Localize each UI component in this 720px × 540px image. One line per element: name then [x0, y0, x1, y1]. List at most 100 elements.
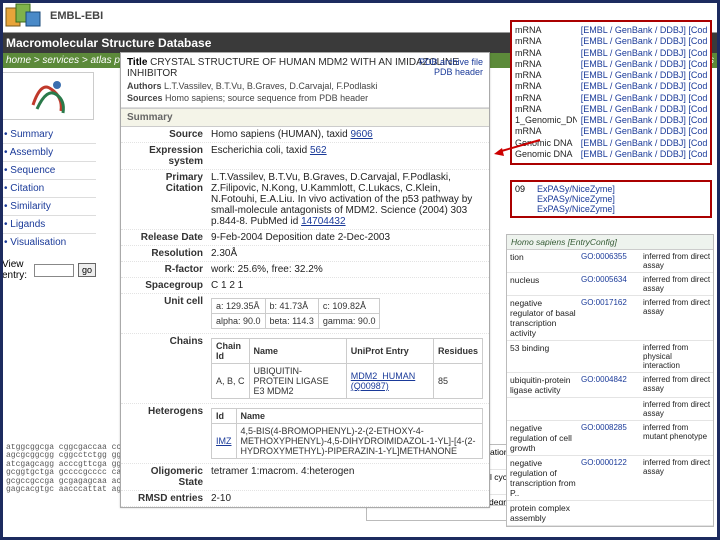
dbref-type: mRNA [515, 48, 577, 59]
chains-h1: Name [249, 339, 346, 364]
go-id-link[interactable]: GO:0005634 [579, 273, 641, 295]
row-date-v: 9-Feb-2004 Deposition date 2-Dec-2003 [211, 232, 483, 243]
dbref-link[interactable]: [EMBL / GenBank / DDBJ] [Coding Sequence… [581, 36, 707, 47]
enzyme-row[interactable]: ExPASy/NiceZyme] [515, 204, 707, 214]
chains-table: Chain Id Name UniProt Entry Residues A, … [211, 338, 483, 399]
chains-c0: A, B, C [212, 364, 250, 399]
enzyme-link[interactable]: ExPASy/NiceZyme] [537, 194, 707, 204]
dbref-row[interactable]: mRNA[EMBL / GenBank / DDBJ] [Coding Sequ… [515, 70, 707, 81]
go-id-link[interactable] [579, 398, 641, 420]
row-expr-v: Escherichia coli, taxid [211, 145, 310, 156]
het-h0: Id [212, 409, 237, 424]
enzyme-idx [515, 194, 533, 204]
dbref-type: 1_Genomic_DNA [515, 115, 577, 126]
entry-title: CRYSTAL STRUCTURE OF HUMAN MDM2 WITH AN … [127, 57, 459, 79]
row-res-v: 2.30Å [211, 248, 483, 259]
dbref-link[interactable]: [EMBL / GenBank / DDBJ] [Coding Sequence… [581, 126, 707, 137]
go-term: negative regulation of transcription fro… [507, 456, 579, 500]
dbref-type: mRNA [515, 93, 577, 104]
dbref-link[interactable]: [EMBL / GenBank / DDBJ] [Coding Sequence… [581, 104, 707, 115]
pdb-archive-link[interactable]: PDB archive file [419, 57, 483, 67]
dbref-link[interactable]: [EMBL / GenBank / DDBJ] [Coding Sequence… [581, 59, 707, 70]
dbref-row[interactable]: Genomic DNA[EMBL / GenBank / DDBJ] [Codi… [515, 138, 707, 149]
sources-value: Homo sapiens; source sequence from PDB h… [165, 93, 368, 103]
dbref-link[interactable]: [EMBL / GenBank / DDBJ] [Coding Sequence… [581, 25, 707, 36]
row-date-k: Release Date [127, 232, 211, 243]
dbref-link[interactable]: [EMBL / GenBank / DDBJ] [Coding Sequence… [581, 70, 707, 81]
enzyme-link[interactable]: ExPASy/NiceZyme] [537, 184, 707, 194]
enzyme-idx [515, 204, 533, 214]
enzyme-row[interactable]: ExPASy/NiceZyme] [515, 194, 707, 204]
dbref-type: mRNA [515, 59, 577, 70]
go-table-header: Homo sapiens [EntryConfig] [507, 235, 713, 250]
row-sg-v: C 1 2 1 [211, 280, 483, 291]
chains-label: Chains [127, 336, 211, 401]
dbref-type: mRNA [515, 104, 577, 115]
het-id-link[interactable]: IMZ [212, 424, 237, 459]
go-row: negative regulation of transcription fro… [507, 456, 713, 501]
go-evidence: inferred from physical interaction [641, 341, 713, 372]
go-id-link[interactable]: GO:0017162 [579, 296, 641, 340]
dbref-row[interactable]: mRNA [EMBL / GenBank / DDBJ] [Coding Sequ… [515, 36, 707, 47]
chains-h3: Residues [433, 339, 482, 364]
olig-v: tetramer 1:macrom. 4:heterogen [211, 466, 483, 488]
uc-gamma: gamma: 90.0 [318, 314, 380, 329]
uc-beta: beta: 114.3 [265, 314, 318, 329]
dbref-row[interactable]: mRNA [EMBL / GenBank / DDBJ] [Coding Sequ… [515, 48, 707, 59]
uniprot-link-a[interactable]: MDM2_HUMAN (Q00987) [351, 371, 416, 391]
dbref-link[interactable]: [EMBL / GenBank / DDBJ] [Coding Sequence… [581, 93, 707, 104]
dbref-link[interactable]: [EMBL / GenBank / DDBJ] [Coding Sequence… [581, 81, 707, 92]
dbref-type: mRNA [515, 81, 577, 92]
go-id-link[interactable] [579, 501, 641, 525]
dbref-row[interactable]: 1_Genomic_DNA [EMBL / GenBank / DDBJ] [Co… [515, 115, 707, 126]
go-row: nucleusGO:0005634inferred from direct as… [507, 273, 713, 296]
pubmed-link[interactable]: 14704432 [301, 216, 346, 227]
taxid-human-link[interactable]: 9606 [350, 129, 372, 140]
dbref-row[interactable]: mRNA [EMBL / GenBank / DDBJ] [Coding Sequ… [515, 25, 707, 36]
dbref-type: mRNA [515, 36, 577, 47]
row-sg-k: Spacegroup [127, 280, 211, 291]
dbref-row[interactable]: mRNA [EMBL / GenBank / DDBJ] [Coding Sequ… [515, 104, 707, 115]
dbref-row[interactable]: Genomic DNA[EMBL / GenBank / DDBJ] [Codi… [515, 149, 707, 160]
uniprot-link[interactable]: MDM2_HUMAN (Q00987) [346, 364, 433, 399]
dbref-row[interactable]: mRNA [EMBL / GenBank / DDBJ] [Coding Sequ… [515, 93, 707, 104]
uc-c: c: 109.82Å [318, 299, 380, 314]
go-evidence: inferred from direct assay [641, 456, 713, 500]
dbref-link[interactable]: [EMBL / GenBank / DDBJ] [Coding Sequence… [581, 149, 707, 160]
dbref-row[interactable]: mRNA [EMBL / GenBank / DDBJ] [Coding Sequ… [515, 59, 707, 70]
dbref-type: mRNA [515, 25, 577, 36]
go-evidence: inferred from direct assay [641, 398, 713, 420]
go-term: tion [507, 250, 579, 272]
enzyme-list-box: 09ExPASy/NiceZyme]ExPASy/NiceZyme]ExPASy… [510, 180, 712, 218]
enzyme-link[interactable]: ExPASy/NiceZyme] [537, 204, 707, 214]
authors-label: Authors [127, 81, 162, 91]
go-id-link[interactable]: GO:0004842 [579, 373, 641, 397]
pdb-header-link[interactable]: PDB header [419, 67, 483, 77]
go-evidence [641, 501, 713, 525]
go-evidence: inferred from direct assay [641, 373, 713, 397]
go-id-link[interactable]: GO:0000122 [579, 456, 641, 500]
unitcell-label: Unit cell [127, 296, 211, 331]
uc-b: b: 41.73Å [265, 299, 318, 314]
het-label: Heterogens [127, 406, 211, 461]
chains-h2: UniProt Entry [346, 339, 433, 364]
row-rfac-k: R-factor [127, 264, 211, 275]
dbref-link[interactable]: [EMBL / GenBank / DDBJ] [Coding Sequence… [581, 138, 707, 149]
taxid-ecoli-link[interactable]: 562 [310, 145, 327, 156]
dbref-row[interactable]: mRNA[EMBL / GenBank / DDBJ] [Coding Sequ… [515, 126, 707, 137]
unitcell-table: a: 129.35Å b: 41.73Å c: 109.82Å alpha: 9… [211, 298, 380, 329]
go-id-link[interactable]: GO:0006355 [579, 250, 641, 272]
chains-c3: 85 [433, 364, 482, 399]
row-rfac-v: work: 25.6%, free: 32.2% [211, 264, 483, 275]
go-id-link[interactable]: GO:0008285 [579, 421, 641, 455]
uc-a: a: 129.35Å [212, 299, 266, 314]
dbref-link[interactable]: [EMBL / GenBank / DDBJ] [Coding Sequence… [581, 115, 707, 126]
go-id-link[interactable] [579, 341, 641, 372]
row-res-k: Resolution [127, 248, 211, 259]
dbref-row[interactable]: mRNA [EMBL / GenBank / DDBJ] [Coding Sequ… [515, 81, 707, 92]
go-row: negative regulation of cell growthGO:000… [507, 421, 713, 456]
het-id-a[interactable]: IMZ [216, 436, 232, 446]
dbref-link[interactable]: [EMBL / GenBank / DDBJ] [Coding Sequence… [581, 48, 707, 59]
chains-c1: UBIQUITIN-PROTEIN LIGASE E3 MDM2 [249, 364, 346, 399]
enzyme-row[interactable]: 09ExPASy/NiceZyme] [515, 184, 707, 194]
